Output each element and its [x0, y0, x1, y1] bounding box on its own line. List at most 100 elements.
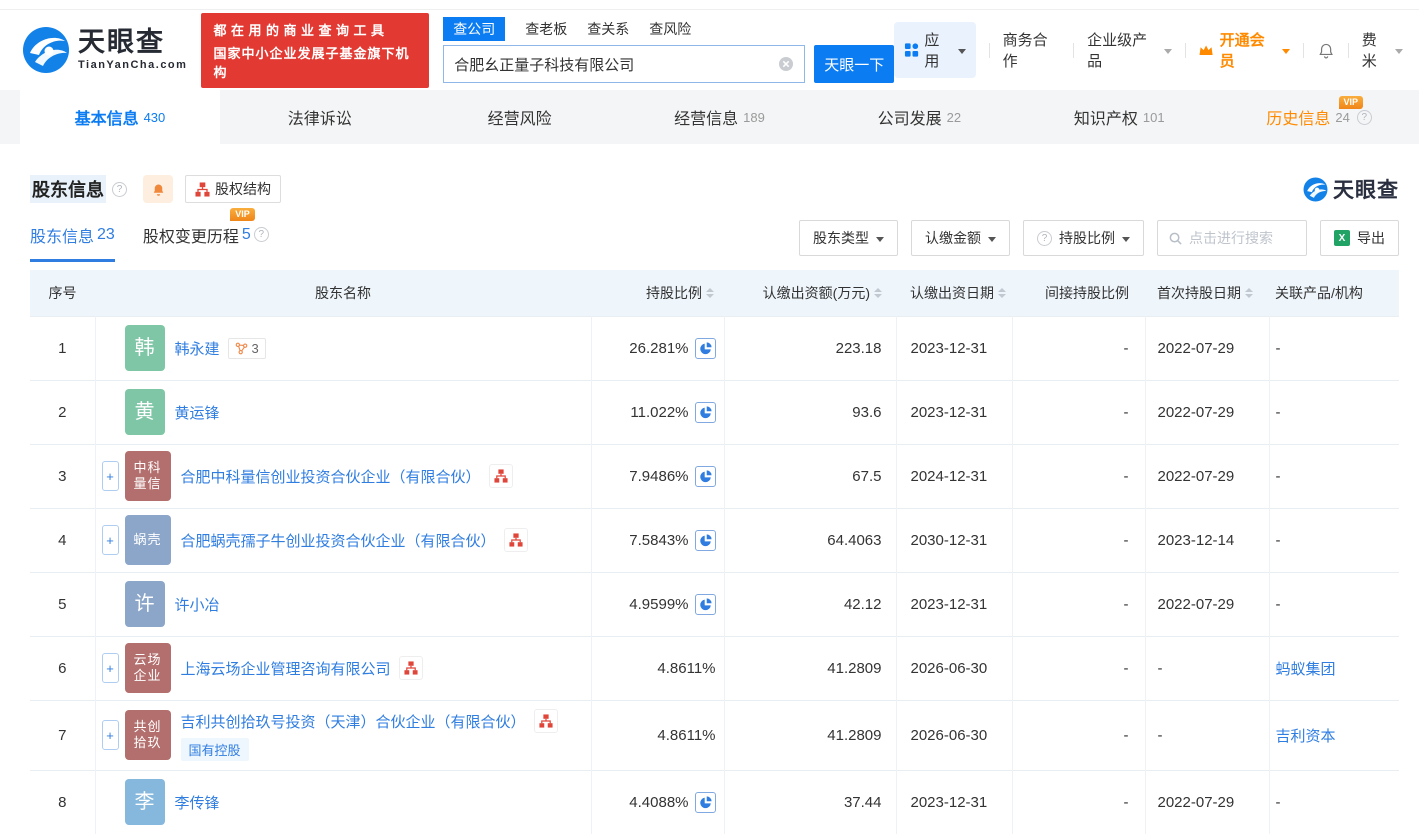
sort-icon[interactable] [874, 287, 882, 298]
share-ratio-filter[interactable]: ? 持股比例 [1023, 220, 1144, 256]
clear-icon[interactable] [778, 56, 794, 72]
search-tabs: 查公司 查老板 查关系 查风险 [443, 17, 894, 41]
search-input[interactable]: 合肥幺正量子科技有限公司 [443, 45, 806, 83]
column-label: 关联产品/机构 [1275, 284, 1363, 301]
share-ratio-cell: 4.9599% [591, 571, 725, 636]
tab-基本信息[interactable]: 基本信息 430 [20, 90, 220, 144]
enterprise-products-menu[interactable]: 企业级产品 [1087, 29, 1172, 71]
tab-知识产权[interactable]: 知识产权 101 [1019, 90, 1219, 144]
shareholder-name-link[interactable]: 合肥蜗壳孺子牛创业投资合伙企业（有限合伙） [181, 530, 496, 551]
shareholder-name-link[interactable]: 吉利共创拾玖号投资（天津）合伙企业（有限合伙） [181, 711, 526, 732]
search-button[interactable]: 天眼一下 [814, 45, 895, 83]
pie-chart-button[interactable] [694, 337, 716, 359]
subscribed-date-cell: 2026-06-30 [896, 635, 1013, 700]
column-header-首次持股日期[interactable]: 首次持股日期 [1145, 270, 1269, 316]
column-header-认缴出资日期[interactable]: 认缴出资日期 [896, 270, 1012, 316]
apps-grid-icon [905, 43, 919, 57]
indirect-ratio-cell: - [1012, 635, 1146, 700]
tab-count: 22 [946, 109, 962, 125]
tab-经营信息[interactable]: 经营信息 189 [620, 90, 820, 144]
expand-button[interactable]: + [101, 720, 119, 750]
shareholder-name-link[interactable]: 李传锋 [175, 792, 220, 813]
search-tab-查关系[interactable]: 查关系 [587, 17, 629, 41]
related-product-link[interactable]: 吉利资本 [1276, 728, 1336, 745]
column-header-认缴出资额(万元)[interactable]: 认缴出资额(万元) [724, 270, 896, 316]
pie-chart-icon [699, 597, 712, 610]
related-product-link[interactable]: 蚂蚁集团 [1276, 661, 1336, 678]
search-tab-查老板[interactable]: 查老板 [525, 17, 567, 41]
share-ratio-cell: 7.5843% [591, 507, 725, 572]
shareholder-name-link[interactable]: 韩永建 [175, 338, 220, 359]
table-row: 6 + 云场 企业 上海云场企业管理咨询有限公司 4.8611% 41.2809 2026-0… [30, 635, 1399, 700]
sort-icon[interactable] [998, 287, 1006, 298]
apps-menu[interactable]: 应用 [894, 22, 976, 78]
shareholder-name-link[interactable]: 合肥中科量信创业投资合伙企业（有限合伙） [181, 466, 481, 487]
org-chart-icon [508, 533, 523, 547]
related-product-cell: - [1269, 443, 1399, 508]
equity-structure-icon-button[interactable] [503, 528, 528, 552]
shareholder-name-cell: + 中科 量信 合肥中科量信创业投资合伙企业（有限合伙） [95, 443, 592, 508]
column-label: 序号 [48, 284, 77, 301]
pie-chart-button[interactable] [694, 465, 716, 487]
search-tab-查公司[interactable]: 查公司 [443, 17, 506, 41]
shareholder-name-link[interactable]: 上海云场企业管理咨询有限公司 [181, 658, 391, 679]
pie-chart-button[interactable] [694, 791, 716, 813]
pie-chart-icon [699, 796, 712, 808]
equity-structure-button[interactable]: 股权结构 [185, 175, 281, 203]
shareholder-type-filter[interactable]: 股东类型 [799, 220, 898, 256]
chevron-down-icon [876, 236, 884, 242]
search-area: 查公司 查老板 查关系 查风险 合肥幺正量子科技有限公司 天眼一下 [443, 17, 895, 83]
shareholder-name-cell: 黄黄运锋 [95, 379, 592, 444]
subscribed-amount-filter[interactable]: 认缴金额 [911, 220, 1010, 256]
site-logo[interactable]: 天眼查 TianYanCha.com [22, 26, 187, 74]
subtab-股权变更历程[interactable]: 股权变更历程 5 VIP? [142, 207, 269, 259]
tab-公司发展[interactable]: 公司发展 22 [819, 90, 1019, 144]
help-icon[interactable]: ? [1356, 109, 1372, 125]
expand-button[interactable]: + [101, 653, 119, 683]
help-icon[interactable]: ? [253, 227, 269, 242]
tab-label: 经营信息 [674, 111, 739, 128]
row-number-cell: 2 [30, 379, 96, 444]
business-coop-link[interactable]: 商务合作 [1003, 29, 1061, 71]
sort-icon[interactable] [706, 287, 714, 298]
column-header-持股比例[interactable]: 持股比例 [591, 270, 724, 316]
shareholder-name-link[interactable]: 许小冶 [175, 594, 220, 615]
tab-法律诉讼[interactable]: 法律诉讼 [220, 90, 420, 144]
equity-structure-icon-button[interactable] [533, 709, 558, 733]
pie-chart-button[interactable] [694, 593, 716, 615]
row-number-cell: 1 [30, 315, 96, 380]
user-menu[interactable]: 费米 [1362, 29, 1403, 71]
vip-crown-icon [1199, 44, 1214, 55]
subtab-label: 股权变更历程 [142, 228, 239, 246]
relation-count-badge[interactable]: 3 [227, 337, 266, 359]
tab-经营风险[interactable]: 经营风险 [420, 90, 620, 144]
chevron-down-icon [957, 48, 966, 54]
tab-label: 经营风险 [487, 111, 552, 128]
search-tab-查风险[interactable]: 查风险 [649, 17, 691, 41]
pie-chart-button[interactable] [694, 401, 716, 423]
pie-chart-button[interactable] [694, 529, 716, 551]
subscribed-amount-cell: 223.18 [724, 315, 897, 380]
column-label: 持股比例 [646, 284, 702, 301]
org-chart-icon [403, 661, 418, 675]
table-search-input[interactable]: 点击进行搜索 [1157, 220, 1307, 256]
subtab-股东信息[interactable]: 股东信息 23 [30, 223, 115, 262]
share-ratio-value: 7.9486% [629, 467, 689, 485]
equity-structure-icon-button[interactable] [488, 464, 513, 488]
notifications-bell-icon[interactable] [1317, 41, 1335, 60]
table-header-row: 序号 股东名称 持股比例 认缴出资额(万元) 认缴出资日期 间接持股比例 首次持股日期 关联产… [30, 270, 1399, 316]
help-icon[interactable]: ? [112, 181, 127, 197]
equity-structure-icon-button[interactable] [398, 656, 423, 680]
expand-button[interactable]: + [101, 525, 119, 555]
column-label: 间接持股比例 [1045, 284, 1129, 301]
shareholder-name-link[interactable]: 黄运锋 [175, 402, 220, 423]
monitor-bell-button[interactable] [143, 175, 173, 203]
tab-历史信息[interactable]: 历史信息 24 VIP? [1219, 90, 1419, 144]
sort-icon[interactable] [1245, 287, 1253, 298]
chevron-down-icon [988, 236, 996, 242]
table-filters: 股东类型 认缴金额 ? 持股比例 点击进行搜索 X 导出 [799, 220, 1399, 264]
open-vip-menu[interactable]: 开通会员 [1198, 29, 1290, 71]
share-ratio-value: 11.022% [630, 403, 689, 421]
export-button[interactable]: X 导出 [1320, 220, 1399, 256]
expand-button[interactable]: + [101, 461, 119, 491]
